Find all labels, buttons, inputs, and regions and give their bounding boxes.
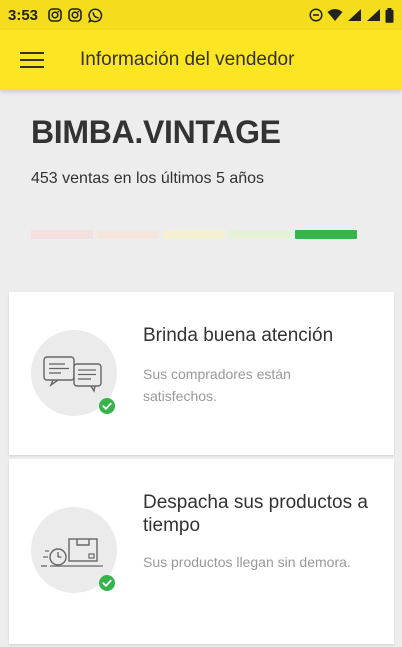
card-description: Sus compradores están satisfechos. (143, 366, 291, 404)
instagram-icon (68, 8, 82, 22)
whatsapp-icon (88, 7, 103, 23)
menu-button[interactable] (0, 30, 64, 90)
system-icons (309, 7, 394, 23)
reputation-segment-2 (97, 230, 159, 239)
instagram-icon (48, 8, 62, 22)
attention-card: Brinda buena atención Sus compradores es… (9, 292, 394, 455)
reputation-thermometer (31, 230, 357, 239)
wifi-icon (327, 9, 343, 21)
reputation-segment-5 (295, 230, 357, 239)
delivery-card: Despacha sus productos a tiempo Sus prod… (9, 459, 394, 644)
check-icon (99, 398, 115, 414)
reputation-segment-1 (31, 230, 93, 239)
reputation-segment-3 (163, 230, 225, 239)
notification-icons (48, 7, 103, 23)
status-time: 3:53 (8, 6, 39, 24)
reputation-segment-4 (229, 230, 291, 239)
status-bar: 3:53 (0, 0, 402, 30)
card-title: Despacha sus productos a tiempo (143, 492, 368, 536)
battery-icon (385, 7, 394, 23)
card-description: Sus productos llegan sin demora. (143, 554, 351, 570)
hamburger-menu-icon (20, 52, 44, 68)
chat-icon-container (31, 330, 117, 416)
do-not-disturb-icon (309, 8, 323, 22)
app-bar: Información del vendedor (0, 30, 402, 90)
check-icon (99, 575, 115, 591)
signal-icon (367, 9, 380, 21)
seller-name: BIMBA.VINTAGE (31, 114, 281, 150)
signal-icon (348, 9, 361, 21)
delivery-icon-container (31, 507, 117, 593)
sales-summary: 453 ventas en los últimos 5 años (31, 170, 265, 187)
page-title: Información del vendedor (80, 49, 295, 70)
card-title: Brinda buena atención (143, 325, 334, 346)
